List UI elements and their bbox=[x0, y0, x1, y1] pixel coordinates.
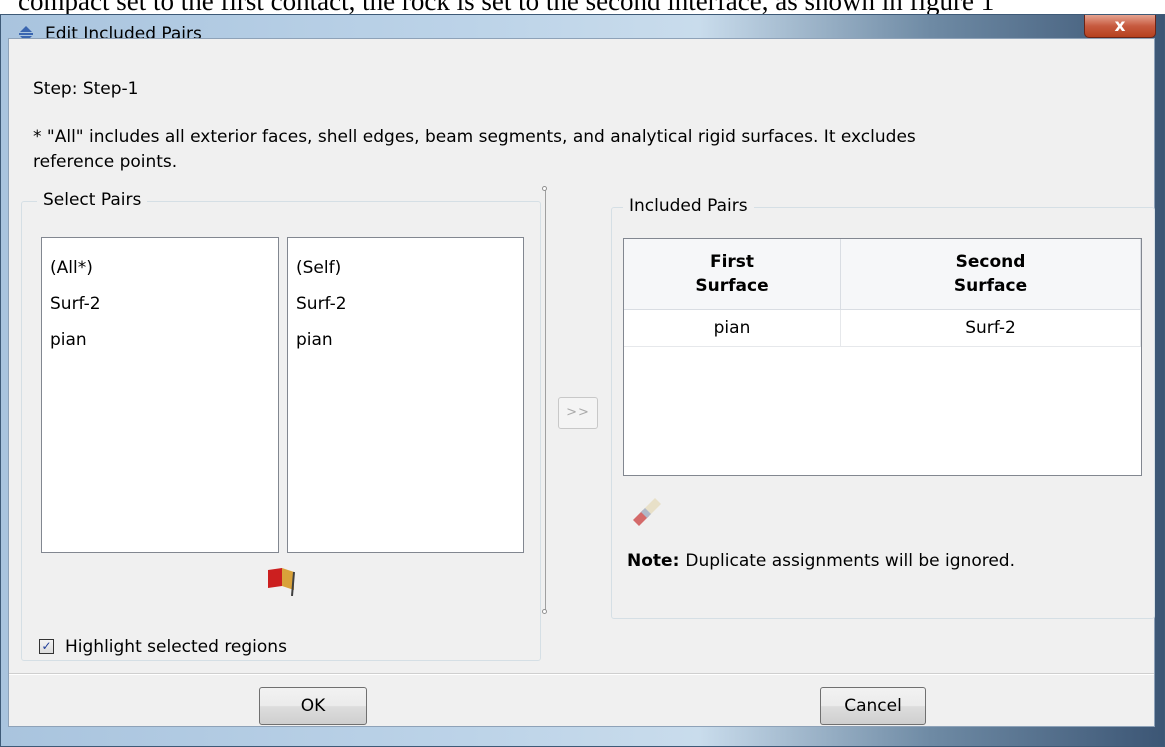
column-header-line: Surface bbox=[953, 276, 1028, 296]
highlight-regions-checkbox[interactable]: ✓ bbox=[39, 639, 54, 654]
list-item[interactable]: Surf-2 bbox=[296, 286, 523, 322]
note-text: Duplicate assignments will be ignored. bbox=[685, 551, 1015, 571]
included-pairs-label: Included Pairs bbox=[623, 196, 754, 216]
eraser-icon[interactable] bbox=[629, 496, 663, 526]
highlight-regions-label[interactable]: Highlight selected regions bbox=[65, 637, 287, 657]
step-label: Step: Step-1 bbox=[33, 79, 139, 99]
list-item[interactable]: pian bbox=[50, 322, 278, 358]
list-item[interactable]: pian bbox=[296, 322, 523, 358]
ok-button[interactable]: OK bbox=[259, 687, 367, 725]
table-row[interactable]: pian Surf-2 bbox=[624, 309, 1141, 347]
all-note: * "All" includes all exterior faces, she… bbox=[33, 127, 916, 172]
column-header-line: Surface bbox=[695, 276, 769, 296]
highlight-flag-icon[interactable] bbox=[264, 566, 302, 596]
close-icon: x bbox=[1114, 16, 1126, 36]
note-bold-label: Note: bbox=[627, 551, 680, 571]
cancel-button[interactable]: Cancel bbox=[820, 687, 926, 725]
list-item[interactable]: (All*) bbox=[50, 250, 278, 286]
select-pairs-label: Select Pairs bbox=[37, 190, 148, 210]
add-pair-button[interactable]: >> bbox=[558, 397, 598, 429]
vertical-separator bbox=[545, 189, 546, 611]
table-header-row: First Surface Second Surface bbox=[624, 239, 1141, 310]
duplicate-note: Note: Duplicate assignments will be ignor… bbox=[627, 551, 1015, 571]
close-button[interactable]: x bbox=[1084, 15, 1156, 38]
column-header-first-surface[interactable]: First Surface bbox=[624, 239, 841, 310]
column-header-second-surface[interactable]: Second Surface bbox=[840, 239, 1141, 310]
button-separator bbox=[9, 673, 1154, 675]
included-pairs-table[interactable]: First Surface Second Surface pian Surf-2 bbox=[623, 238, 1142, 476]
first-surface-list[interactable]: (All*) Surf-2 pian bbox=[41, 237, 279, 553]
list-item[interactable]: (Self) bbox=[296, 250, 523, 286]
column-header-line: First bbox=[709, 252, 755, 272]
dialog-client-area: Step: Step-1 * "All" includes all exteri… bbox=[8, 38, 1155, 727]
column-header-line: Second bbox=[955, 252, 1026, 272]
list-item[interactable]: Surf-2 bbox=[50, 286, 278, 322]
separator-dot-top bbox=[542, 186, 547, 191]
table-cell[interactable]: Surf-2 bbox=[840, 309, 1141, 347]
table-cell[interactable]: pian bbox=[624, 309, 841, 347]
second-surface-list[interactable]: (Self) Surf-2 pian bbox=[287, 237, 524, 553]
separator-dot-bottom bbox=[542, 609, 547, 614]
